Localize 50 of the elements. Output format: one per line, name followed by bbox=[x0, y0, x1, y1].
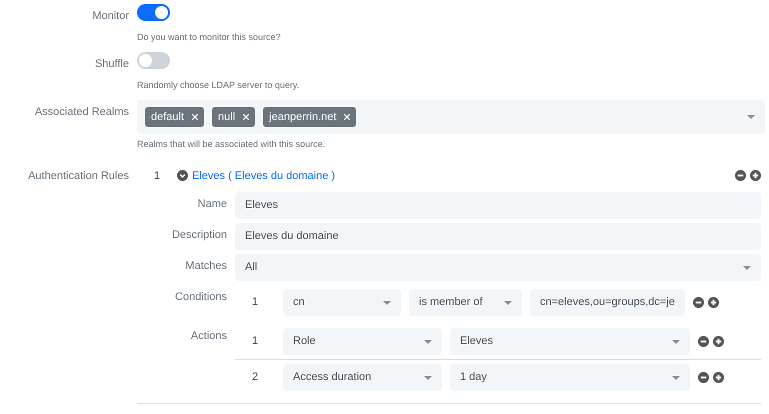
field-label: Associated Realms bbox=[34, 105, 130, 120]
rule-title-link[interactable]: Eleves ( Eleves du domaine ) bbox=[192, 168, 336, 184]
realm-tag[interactable]: jeanperrin.net bbox=[263, 106, 356, 128]
caret-icon bbox=[672, 376, 680, 380]
value-field[interactable]: cn=eleves,ou=groups,dc=je bbox=[530, 289, 685, 316]
remove-icon[interactable] bbox=[693, 297, 704, 308]
caret-icon bbox=[672, 340, 680, 344]
row-number: 1 bbox=[250, 295, 260, 310]
attribute-select[interactable]: cn bbox=[283, 289, 401, 316]
field-label: Shuffle bbox=[94, 57, 130, 72]
caret-icon bbox=[424, 376, 432, 380]
tags-field[interactable]: default null jeanperrin.net bbox=[137, 100, 765, 134]
remove-icon[interactable] bbox=[735, 170, 746, 182]
action-value-select[interactable]: Eleves bbox=[450, 328, 690, 355]
rule-number: 1 bbox=[152, 168, 162, 184]
help-text: Do you want to monitor this source? bbox=[137, 30, 282, 44]
field-label: Name bbox=[196, 197, 228, 212]
field-label: Conditions bbox=[174, 290, 228, 305]
toggle-switch[interactable] bbox=[137, 4, 170, 21]
field-label: Actions bbox=[190, 329, 228, 344]
row-number: 1 bbox=[250, 334, 260, 350]
caret-icon bbox=[424, 340, 432, 344]
field-label: Authentication Rules bbox=[27, 168, 130, 184]
action-type-select[interactable]: Access duration bbox=[283, 364, 442, 391]
action-type-select[interactable]: Role bbox=[283, 328, 442, 355]
description-field[interactable]: Eleves du domaine bbox=[235, 223, 761, 250]
add-icon[interactable] bbox=[713, 336, 724, 347]
add-icon[interactable] bbox=[713, 372, 724, 383]
remove-icon[interactable] bbox=[698, 372, 709, 383]
field-label: Description bbox=[170, 228, 228, 243]
remove-icon[interactable] bbox=[698, 336, 709, 347]
help-text: Randomly choose LDAP server to query. bbox=[137, 78, 300, 92]
add-icon[interactable] bbox=[750, 170, 761, 182]
caret-icon bbox=[504, 300, 512, 304]
caret-icon bbox=[747, 115, 755, 119]
matches-select[interactable]: All bbox=[235, 254, 761, 281]
field-label: Matches bbox=[184, 259, 228, 274]
chevron-icon[interactable] bbox=[177, 168, 188, 184]
name-field[interactable]: Eleves bbox=[235, 192, 761, 219]
caret-icon bbox=[743, 266, 751, 270]
realm-tag[interactable]: null bbox=[212, 106, 256, 128]
realm-tag[interactable]: default bbox=[145, 106, 204, 128]
toggle-switch[interactable] bbox=[137, 52, 170, 69]
operator-select[interactable]: is member of bbox=[409, 289, 522, 316]
help-text: Realms that will be associated with this source. bbox=[137, 138, 326, 151]
field-label: Monitor bbox=[91, 9, 130, 24]
row-number: 2 bbox=[250, 370, 260, 386]
add-icon[interactable] bbox=[708, 297, 719, 308]
action-value-select[interactable]: 1 day bbox=[450, 364, 690, 391]
caret-icon bbox=[383, 300, 391, 304]
